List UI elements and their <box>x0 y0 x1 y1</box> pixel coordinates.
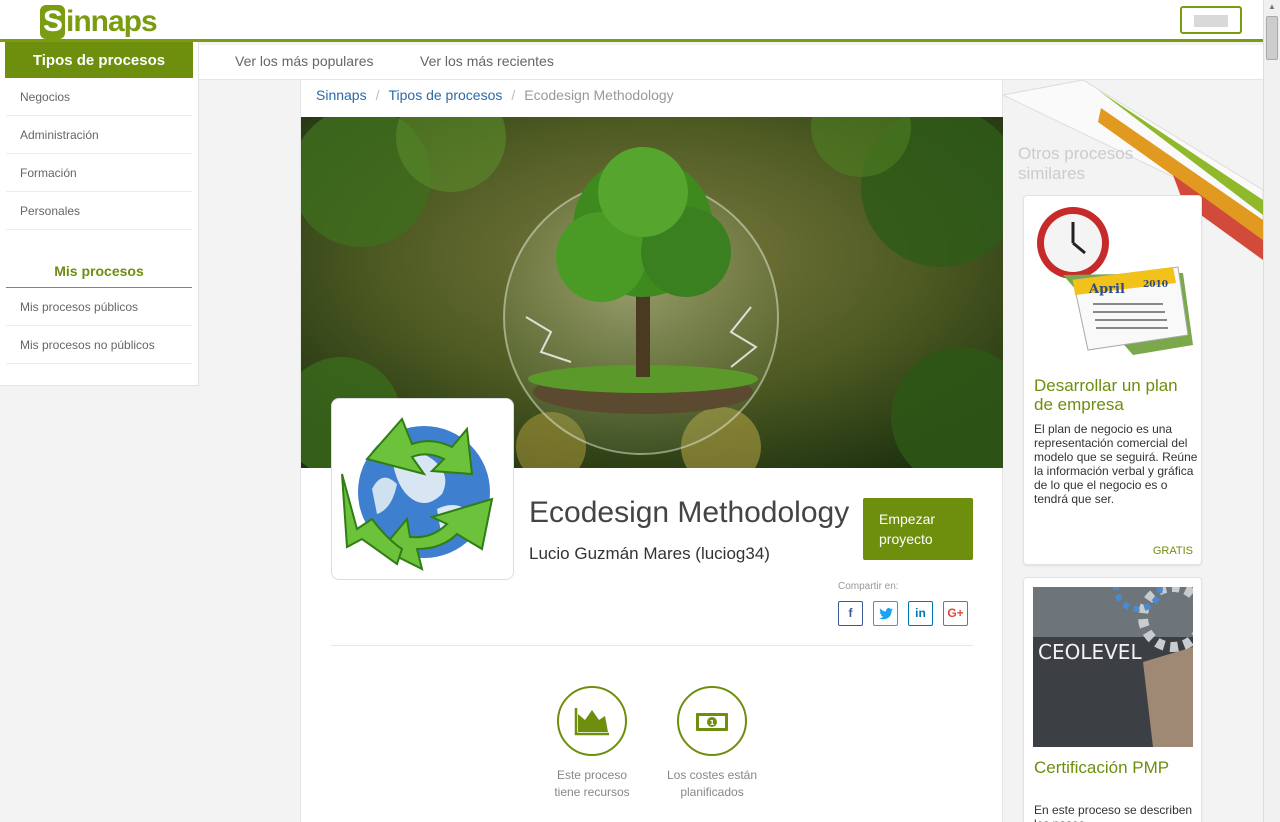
sidebar-heading-mis-procesos[interactable]: Mis procesos <box>6 254 192 288</box>
user-menu-button[interactable] <box>1180 6 1242 34</box>
breadcrumb-separator: / <box>511 87 516 103</box>
linkedin-icon: in <box>915 606 926 620</box>
start-project-label-line1: Empezar <box>879 511 936 527</box>
share-twitter-button[interactable] <box>873 601 898 626</box>
tabs-bar: Ver los más populares Ver los más recien… <box>199 45 1263 80</box>
svg-text:CEOLEVEL: CEOLEVEL <box>1038 640 1142 664</box>
breadcrumb: Sinnaps / Tipos de procesos / Ecodesign Meth… <box>316 87 674 103</box>
googleplus-icon: G+ <box>947 606 964 620</box>
resources-feature-circle <box>557 686 627 756</box>
similar-card-description: En este proceso se describen los pasos <box>1034 803 1193 822</box>
resources-feature-text: Este proceso tiene recursos <box>554 768 630 799</box>
start-project-button[interactable]: Empezar proyecto <box>863 498 973 560</box>
similar-card-plan-empresa[interactable]: April 2010 Desarrollar un plan de empres… <box>1023 195 1202 565</box>
ceolevel-gears-image: CEOLEVEL <box>1033 578 1201 747</box>
share-label: Compartir en: <box>838 581 899 592</box>
tab-mas-populares[interactable]: Ver los más populares <box>235 53 374 69</box>
breadcrumb-separator: / <box>375 87 380 103</box>
similar-processes-title: Otros procesos similares <box>1018 144 1134 183</box>
scroll-up-arrow-icon[interactable]: ▲ <box>1266 2 1278 12</box>
money-bill-icon: 1 <box>696 713 728 731</box>
top-bar: Sinnaps <box>0 0 1263 42</box>
main-content: Sinnaps / Tipos de procesos / Ecodesign Meth… <box>300 80 1003 822</box>
costs-feature-circle: 1 <box>677 686 747 756</box>
similar-processes-panel: Otros procesos similares April 2010 Desa… <box>1003 80 1263 822</box>
sidebar: Tipos de procesos Negocios Administració… <box>0 42 199 386</box>
breadcrumb-current: Ecodesign Methodology <box>524 87 674 103</box>
similar-card-certificacion-pmp[interactable]: CEOLEVEL Certificación PMP En este proce… <box>1023 577 1202 822</box>
tab-mas-recientes[interactable]: Ver los más recientes <box>420 53 554 69</box>
share-facebook-button[interactable]: f <box>838 601 863 626</box>
sidebar-item-personales[interactable]: Personales <box>6 192 192 230</box>
breadcrumb-sinnaps[interactable]: Sinnaps <box>316 87 367 103</box>
sidebar-heading-tipos[interactable]: Tipos de procesos <box>5 42 193 78</box>
twitter-icon <box>878 608 893 620</box>
section-divider <box>331 645 973 646</box>
similar-card-title[interactable]: Desarrollar un plan de empresa <box>1034 376 1199 414</box>
svg-text:2010: 2010 <box>1143 280 1168 290</box>
sidebar-item-mis-no-publicos[interactable]: Mis procesos no públicos <box>6 326 192 364</box>
similar-card-price: GRATIS <box>1152 545 1193 557</box>
process-icon <box>331 398 514 580</box>
sidebar-item-mis-publicos[interactable]: Mis procesos públicos <box>6 288 192 326</box>
blurred-username <box>1194 15 1228 27</box>
facebook-icon: f <box>848 606 853 620</box>
sidebar-item-administracion[interactable]: Administración <box>6 116 192 154</box>
clock-calendar-image: April 2010 <box>1033 205 1193 365</box>
breadcrumb-tipos[interactable]: Tipos de procesos <box>388 87 502 103</box>
process-title: Ecodesign Methodology <box>529 496 850 529</box>
sidebar-item-negocios[interactable]: Negocios <box>6 78 192 116</box>
svg-text:April: April <box>1088 282 1125 297</box>
process-author[interactable]: Lucio Guzmán Mares (luciog34) <box>529 544 770 564</box>
scroll-thumb[interactable] <box>1266 16 1278 60</box>
area-chart-icon <box>574 708 609 736</box>
sidebar-item-formacion[interactable]: Formación <box>6 154 192 192</box>
svg-text:1: 1 <box>710 719 715 727</box>
share-googleplus-button[interactable]: G+ <box>943 601 968 626</box>
similar-card-title[interactable]: Certificación PMP <box>1034 758 1199 777</box>
share-linkedin-button[interactable]: in <box>908 601 933 626</box>
start-project-label-line2: proyecto <box>879 531 933 547</box>
similar-card-description: El plan de negocio es una representación… <box>1034 422 1198 506</box>
costs-feature-text: Los costes están planificados <box>666 768 758 799</box>
page-scrollbar[interactable]: ▲ <box>1263 0 1280 822</box>
sinnaps-logo[interactable]: Sinnaps <box>40 5 158 39</box>
